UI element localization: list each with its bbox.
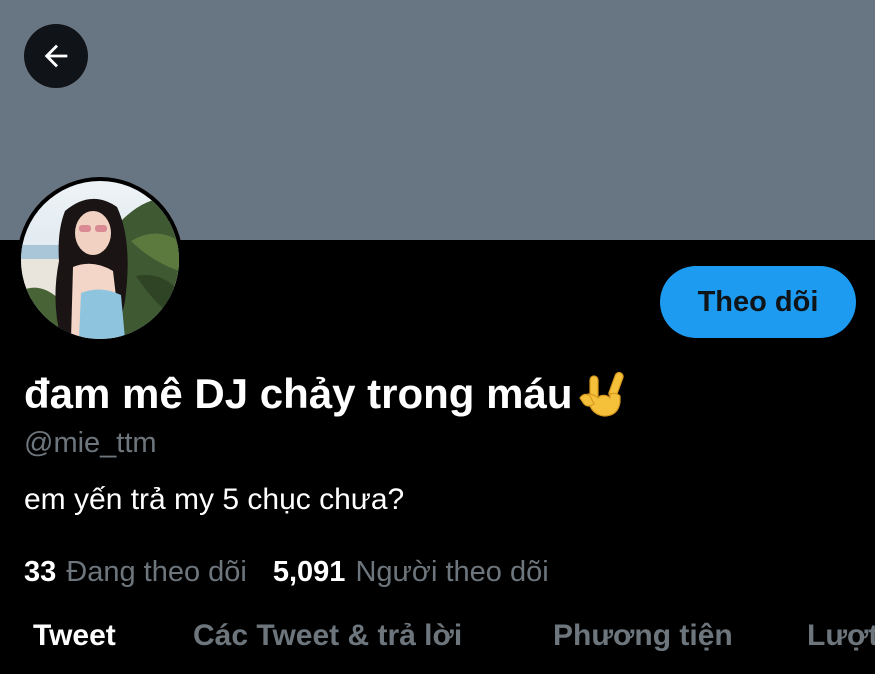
avatar-image: [21, 181, 179, 339]
display-name: đam mê DJ chảy trong máu: [24, 366, 628, 422]
profile-tabs: Tweet Các Tweet & trả lời Phương tiện Lư…: [0, 612, 875, 674]
followers-stat[interactable]: 5,091 Người theo dõi: [273, 552, 549, 592]
following-label: Đang theo dõi: [66, 556, 247, 588]
back-button[interactable]: [24, 24, 88, 88]
tab-likes[interactable]: Lượt thích: [807, 612, 875, 662]
followers-count: 5,091: [272, 556, 346, 588]
handle: @mie_ttm: [24, 427, 157, 459]
rock-on-hand-icon: [576, 368, 628, 420]
tab-tweets[interactable]: Tweet: [33, 612, 116, 662]
arrow-left-icon: [44, 44, 68, 68]
follow-button[interactable]: Theo dõi: [660, 266, 856, 338]
tab-media[interactable]: Phương tiện: [553, 612, 733, 662]
followers-label: Người theo dõi: [355, 556, 549, 588]
display-name-text: đam mê DJ chảy trong máu: [24, 370, 573, 417]
profile-stats: 33 Đang theo dõi 5,091 Người theo dõi: [24, 552, 549, 592]
tab-tweets-and-replies[interactable]: Các Tweet & trả lời: [193, 612, 462, 662]
bio: em yến trả my 5 chục chưa?: [24, 483, 405, 516]
following-stat[interactable]: 33 Đang theo dõi: [24, 552, 247, 592]
avatar[interactable]: [17, 177, 183, 343]
following-count: 33: [24, 556, 57, 588]
